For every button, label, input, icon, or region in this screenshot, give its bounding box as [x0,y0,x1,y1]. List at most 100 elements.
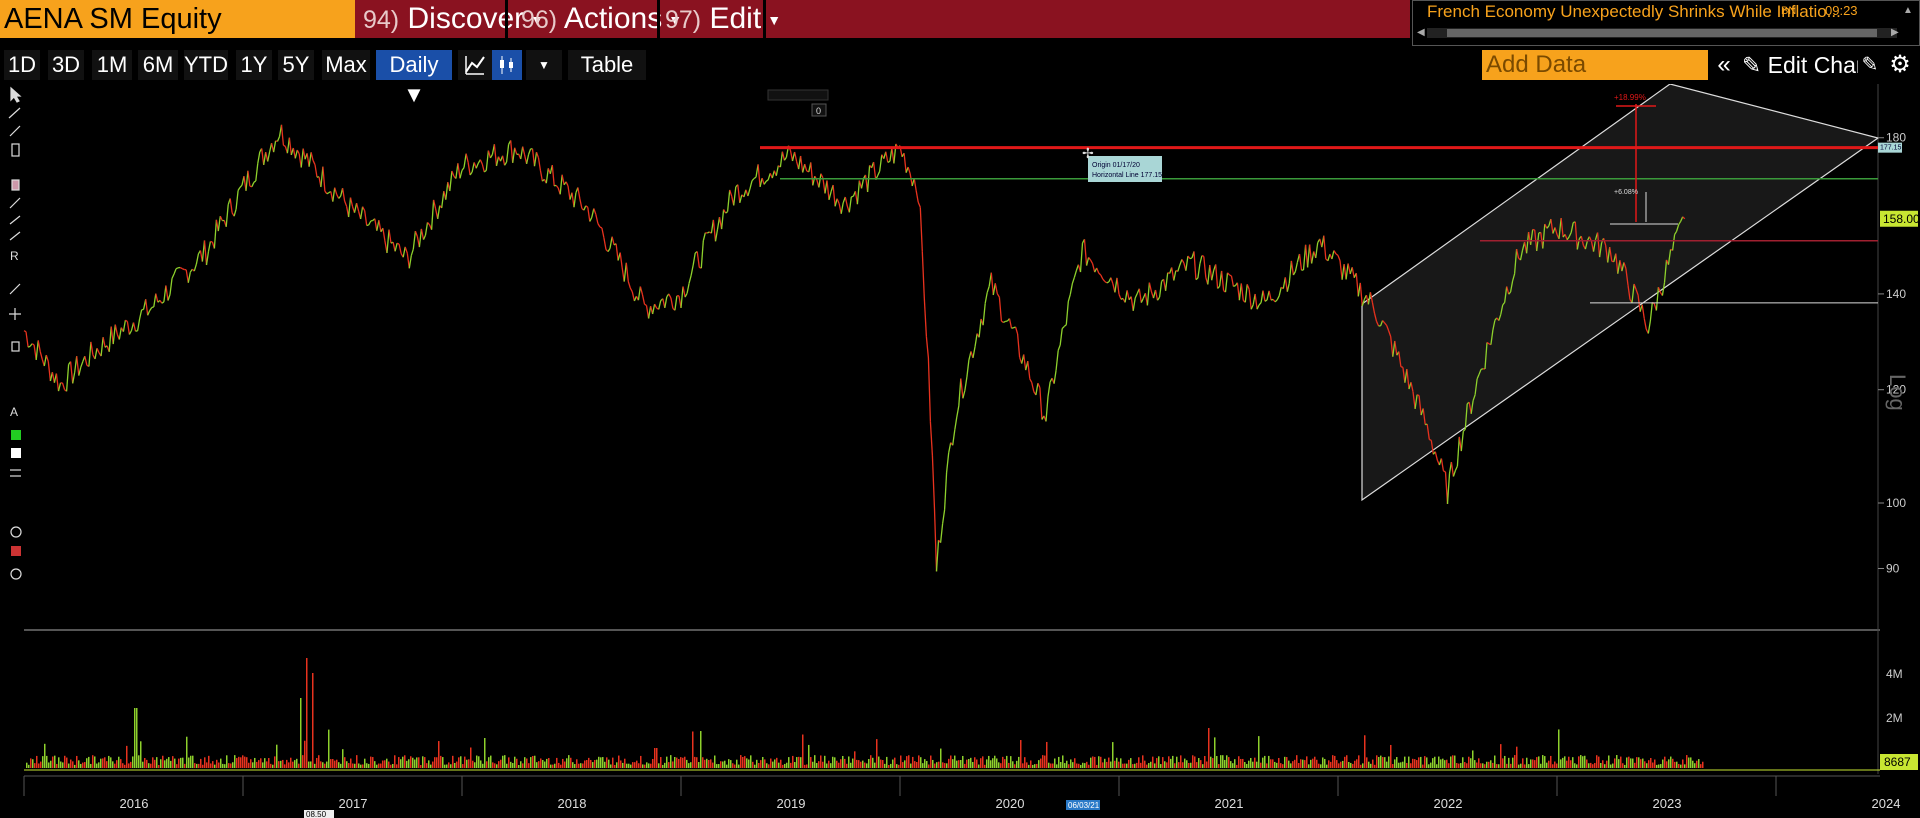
price-segment [533,152,538,167]
price-segment [151,306,154,309]
price-segment [860,178,865,189]
price-segment [962,390,966,399]
volume-bar [1660,764,1662,768]
scroll-left-icon[interactable]: ◀ [1417,27,1425,38]
add-data-input[interactable]: Add Data [1482,50,1708,80]
line-chart-icon[interactable] [458,50,492,80]
volume-bar [346,761,348,768]
price-segment [1110,277,1114,285]
volume-bar [574,764,576,768]
price-segment [1055,350,1059,371]
volume-bar [1632,758,1634,768]
price-segment [684,292,688,298]
volume-bar [460,756,462,768]
volume-bar [592,762,594,768]
period-3d-button[interactable]: 3D [48,50,84,80]
candlestick-icon[interactable] [492,50,522,80]
volume-bar [972,761,974,768]
volume-bar [122,763,124,768]
period-1y-button[interactable]: 1Y [236,50,272,80]
volume-bar [1328,760,1330,768]
period-1m-button[interactable]: 1M [92,50,132,80]
volume-bar [74,764,76,768]
collapse-icon[interactable]: « [1712,50,1736,80]
discover-menu[interactable]: 94) Discover ▼ [363,0,544,38]
volume-bar [564,761,566,768]
price-segment [670,297,674,309]
volume-bar [1498,764,1500,768]
volume-bar [496,764,498,768]
volume-bar [378,763,380,768]
price-segment [627,281,631,289]
volume-bar [400,759,402,768]
volume-bar [894,757,896,768]
frequency-dropdown[interactable]: Daily ▼ [376,50,452,107]
volume-bar [364,758,366,768]
table-button[interactable]: Table [568,50,646,80]
period-1d-button[interactable]: 1D [4,50,40,80]
volume-bar [392,764,394,768]
volume-bar [272,764,274,768]
volume-bar [708,760,710,768]
volume-bar [1384,757,1386,768]
price-segment [471,162,475,173]
volume-bar [1610,764,1612,768]
chart-type-chevron-icon[interactable]: ▼ [526,50,562,80]
price-segment [1335,253,1339,256]
volume-bar [1038,760,1040,768]
price-segment [370,219,373,222]
scroll-right-icon[interactable]: ▶ [1891,27,1899,38]
price-segment [1132,297,1136,311]
volume-bar [1066,760,1068,768]
period-ytd-button[interactable]: YTD [184,50,228,80]
chart-mini-toolbar[interactable]: 0 [767,89,829,117]
price-segment [952,429,956,446]
price-segment [968,351,972,361]
volume-bar [1200,760,1202,768]
price-segment [597,223,601,228]
volume-bar [1130,758,1132,768]
volume-bar [316,757,318,768]
volume-bar [326,761,328,768]
volume-tick-2m: 2M [1886,711,1903,725]
price-segment [1416,394,1420,397]
volume-bar [212,761,214,768]
volume-bar [884,763,886,768]
price-segment [945,452,950,473]
price-segment [1429,438,1432,441]
price-segment [579,198,583,209]
price-segment [165,285,169,301]
price-segment [1173,270,1177,281]
edit-settings-icon[interactable]: ✎ [1858,50,1882,80]
edit-chart-button[interactable]: ✎ Edit Chart [1742,50,1870,80]
scroll-up-icon[interactable]: ▲ [1903,5,1913,16]
price-chart[interactable]: +18.99% +6.08% Origin 01/17/20 Horizonta… [0,84,1920,818]
price-segment [1140,298,1144,303]
volume-bar [980,758,982,768]
period-5y-button[interactable]: 5Y [278,50,314,80]
period-max-button[interactable]: Max [322,50,370,80]
volume-bar [658,763,660,768]
volume-bar [974,757,976,768]
volume-bar [550,764,552,768]
volume-bar [1078,763,1080,768]
news-ticker[interactable]: French Economy Unexpectedly Shrinks Whil… [1412,0,1920,46]
volume-bar [1034,764,1036,768]
volume-bar [640,755,642,768]
tooltip-hline: Horizontal Line 177.15 [1092,172,1162,179]
price-segment [1088,257,1092,261]
volume-bar [234,755,236,768]
volume-bar [388,761,390,768]
price-segment [1292,271,1296,276]
news-headline[interactable]: French Economy Unexpectedly Shrinks Whil… [1427,2,1841,22]
volume-bar [1308,764,1310,768]
scroll-thumb[interactable] [1447,29,1877,37]
news-scrollbar[interactable] [1427,28,1897,38]
volume-bar [930,755,932,768]
volume-bar [618,755,620,768]
price-segment [1197,263,1201,279]
security-ticker[interactable]: AENA SM Equity [0,0,355,38]
period-6m-button[interactable]: 6M [138,50,178,80]
gear-icon[interactable]: ⚙ [1886,50,1914,80]
price-segment [280,124,285,146]
